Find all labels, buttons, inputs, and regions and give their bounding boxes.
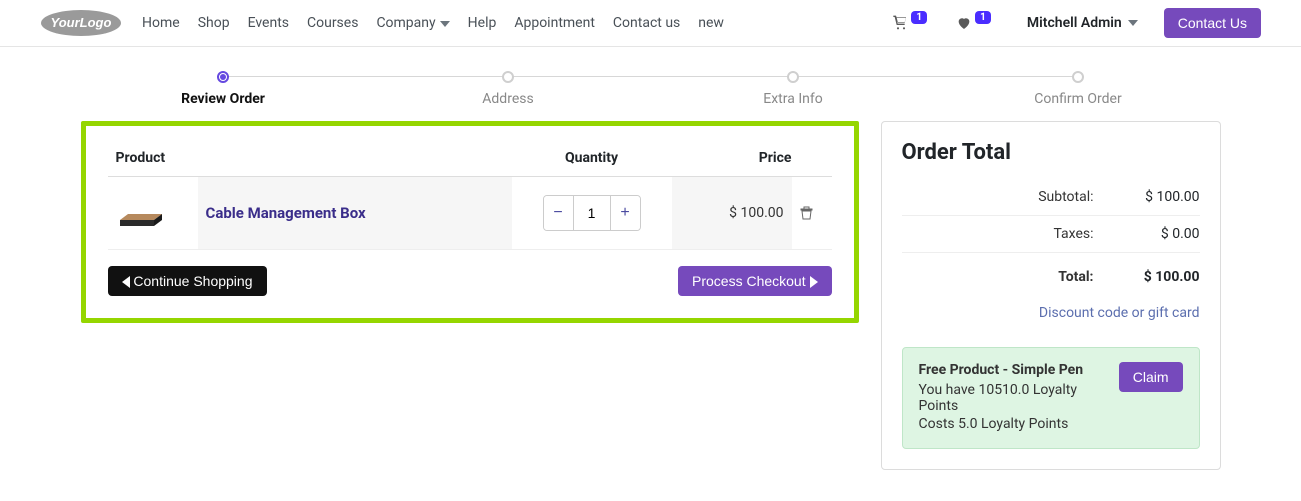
claim-button[interactable]: Claim <box>1119 362 1183 392</box>
step-confirm-order[interactable]: Confirm Order <box>936 71 1221 107</box>
continue-shopping-label: Continue Shopping <box>133 273 252 289</box>
nav-company[interactable]: Company <box>376 15 449 31</box>
step-label: Extra Info <box>651 91 936 107</box>
col-price: Price <box>672 140 832 177</box>
process-checkout-label: Process Checkout <box>692 273 806 289</box>
heart-icon <box>955 15 973 31</box>
nav-events[interactable]: Events <box>248 15 289 31</box>
product-image-icon <box>116 198 166 228</box>
reward-line1: You have 10510.0 Loyalty Points <box>919 382 1107 414</box>
nav-courses[interactable]: Courses <box>307 15 358 31</box>
step-address[interactable]: Address <box>366 71 651 107</box>
nav-help[interactable]: Help <box>468 15 497 31</box>
caret-down-icon <box>440 21 450 27</box>
qty-cell: − + <box>512 177 672 250</box>
top-nav: YourLogo Home Shop Events Courses Company Hel… <box>0 0 1301 47</box>
delete-item-button[interactable] <box>792 177 832 250</box>
reward-line2: Costs 5.0 Loyalty Points <box>919 416 1107 432</box>
trash-icon <box>800 206 813 220</box>
price-cell: $ 100.00 <box>672 177 792 250</box>
nav-home[interactable]: Home <box>142 15 180 31</box>
step-review-order[interactable]: Review Order <box>81 71 366 107</box>
chevron-left-icon <box>122 276 130 288</box>
nav-new[interactable]: new <box>698 15 724 31</box>
wishlist-badge: 1 <box>975 11 991 24</box>
logo[interactable]: YourLogo <box>40 9 122 37</box>
cart-link[interactable]: 1 <box>891 15 927 31</box>
qty-plus-button[interactable]: + <box>610 196 640 230</box>
process-checkout-button[interactable]: Process Checkout <box>678 266 832 296</box>
continue-shopping-button[interactable]: Continue Shopping <box>108 266 267 296</box>
caret-down-icon <box>1128 20 1138 26</box>
svg-text:YourLogo: YourLogo <box>51 15 112 30</box>
taxes-value: $ 0.00 <box>1120 226 1200 242</box>
step-circle-icon <box>787 71 799 83</box>
reward-box: Free Product - Simple Pen You have 10510… <box>902 347 1200 449</box>
reward-title: Free Product - Simple Pen <box>919 362 1107 378</box>
product-name-cell: Cable Management Box <box>198 177 512 250</box>
nav-appointment[interactable]: Appointment <box>514 15 595 31</box>
chevron-right-icon <box>810 276 818 288</box>
qty-control: − + <box>543 195 641 231</box>
user-name: Mitchell Admin <box>1027 15 1122 31</box>
taxes-label: Taxes: <box>902 226 1120 242</box>
step-circle-icon <box>1072 71 1084 83</box>
cart-box: Product Quantity Price Cable Management … <box>81 121 859 323</box>
step-extra-info[interactable]: Extra Info <box>651 71 936 107</box>
contact-us-button[interactable]: Contact Us <box>1164 8 1261 38</box>
order-summary: Order Total Subtotal: $ 100.00 Taxes: $ … <box>881 121 1221 470</box>
step-circle-icon <box>217 71 229 83</box>
nav-shop[interactable]: Shop <box>198 15 230 31</box>
product-thumb <box>108 177 198 250</box>
col-quantity: Quantity <box>512 140 672 177</box>
checkout-progress: Review OrderAddressExtra InfoConfirm Ord… <box>81 71 1221 107</box>
subtotal-label: Subtotal: <box>902 189 1120 205</box>
product-link[interactable]: Cable Management Box <box>206 204 366 222</box>
wishlist-link[interactable]: 1 <box>955 15 991 31</box>
nav-contact-us[interactable]: Contact us <box>613 15 680 31</box>
total-value: $ 100.00 <box>1120 269 1200 285</box>
step-label: Confirm Order <box>936 91 1221 107</box>
user-menu[interactable]: Mitchell Admin <box>1027 15 1138 31</box>
subtotal-value: $ 100.00 <box>1120 189 1200 205</box>
step-label: Review Order <box>81 91 366 107</box>
total-label: Total: <box>902 269 1120 285</box>
step-circle-icon <box>502 71 514 83</box>
col-product: Product <box>108 140 512 177</box>
logo-icon: YourLogo <box>40 9 122 37</box>
qty-minus-button[interactable]: − <box>544 196 574 230</box>
cart-row: Cable Management Box − + $ 100.00 <box>108 177 832 250</box>
discount-link[interactable]: Discount code or gift card <box>1039 305 1200 321</box>
cart-badge: 1 <box>911 11 927 24</box>
step-label: Address <box>366 91 651 107</box>
order-total-title: Order Total <box>902 140 1200 165</box>
cart-table: Product Quantity Price Cable Management … <box>108 140 832 250</box>
cart-icon <box>891 15 909 31</box>
qty-input[interactable] <box>574 196 610 230</box>
